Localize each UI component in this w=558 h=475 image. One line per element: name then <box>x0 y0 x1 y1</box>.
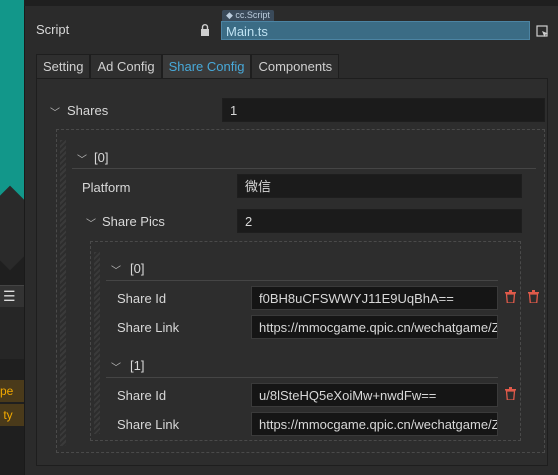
share-pic-0-label: [0] <box>130 261 145 276</box>
script-label: Script <box>36 22 70 37</box>
share-link-label: Share Link <box>117 417 180 432</box>
shares-label: Shares <box>67 103 109 118</box>
asset-picker-icon[interactable] <box>536 25 550 39</box>
tab-share-config[interactable]: Share Config <box>161 54 252 78</box>
share-id-field[interactable]: f0BH8uCFSWWYJ11E9UqBhA== <box>251 286 498 310</box>
share-pics-label: Share Pics <box>102 214 165 229</box>
left-panel-area <box>0 307 24 359</box>
tab-setting[interactable]: Setting <box>36 54 91 78</box>
array-drag-handle[interactable] <box>60 140 66 446</box>
platform-field[interactable]: 微信 <box>237 174 522 198</box>
share-link-field[interactable]: https://mmocgame.qpic.cn/wechatgame/ZMH <box>251 315 498 339</box>
script-type-tag: ◆ cc.Script <box>222 10 274 21</box>
chevron-down-icon[interactable]: ﹀ <box>50 104 60 119</box>
inspector-tabs: Setting Ad Config Share Config Component… <box>36 54 340 78</box>
tab-components[interactable]: Components <box>251 54 340 78</box>
trash-icon[interactable] <box>505 290 516 303</box>
tab-ad-config[interactable]: Ad Config <box>90 54 162 78</box>
chevron-down-icon[interactable]: ﹀ <box>86 215 96 230</box>
warning-row-2: s ty <box>0 404 24 426</box>
script-type-text: cc.Script <box>235 10 270 20</box>
scene-view-background <box>0 0 24 214</box>
share-link-label: Share Link <box>117 320 180 335</box>
lock-icon[interactable] <box>200 24 210 36</box>
chevron-down-icon[interactable]: ﹀ <box>77 151 87 166</box>
trash-icon[interactable] <box>528 290 539 303</box>
warning-text-2: s ty <box>0 408 13 422</box>
platform-label: Platform <box>82 180 131 195</box>
array-drag-handle[interactable] <box>94 252 100 434</box>
share-pics-count-field[interactable]: 2 <box>237 209 522 233</box>
share-id-label: Share Id <box>117 388 167 403</box>
scene-panel-edge: ☰ ype s ty <box>0 0 24 475</box>
share-id-label: Share Id <box>117 291 167 306</box>
warning-row-1: ype <box>0 380 24 402</box>
share-id-field[interactable]: u/8lSteHQ5eXoiMw+nwdFw== <box>251 383 498 407</box>
share-pic-1-label: [1] <box>130 358 145 373</box>
inspector-top-border <box>24 0 558 6</box>
share-item-0-label: [0] <box>94 150 109 165</box>
divider <box>106 280 498 281</box>
share-pics-array-container <box>90 241 521 441</box>
chevron-down-icon[interactable]: ﹀ <box>111 262 121 277</box>
warning-text-1: ype <box>0 384 14 398</box>
menu-icon[interactable]: ☰ <box>3 288 16 305</box>
chevron-down-icon[interactable]: ﹀ <box>111 359 121 374</box>
trash-icon[interactable] <box>505 387 516 400</box>
share-link-field[interactable]: https://mmocgame.qpic.cn/wechatgame/ZMH <box>251 412 498 436</box>
divider <box>106 377 498 378</box>
divider <box>72 168 536 169</box>
script-asset-field[interactable]: Main.ts <box>221 21 530 40</box>
scene-shape <box>0 185 24 271</box>
shares-count-field[interactable]: 1 <box>222 98 545 122</box>
